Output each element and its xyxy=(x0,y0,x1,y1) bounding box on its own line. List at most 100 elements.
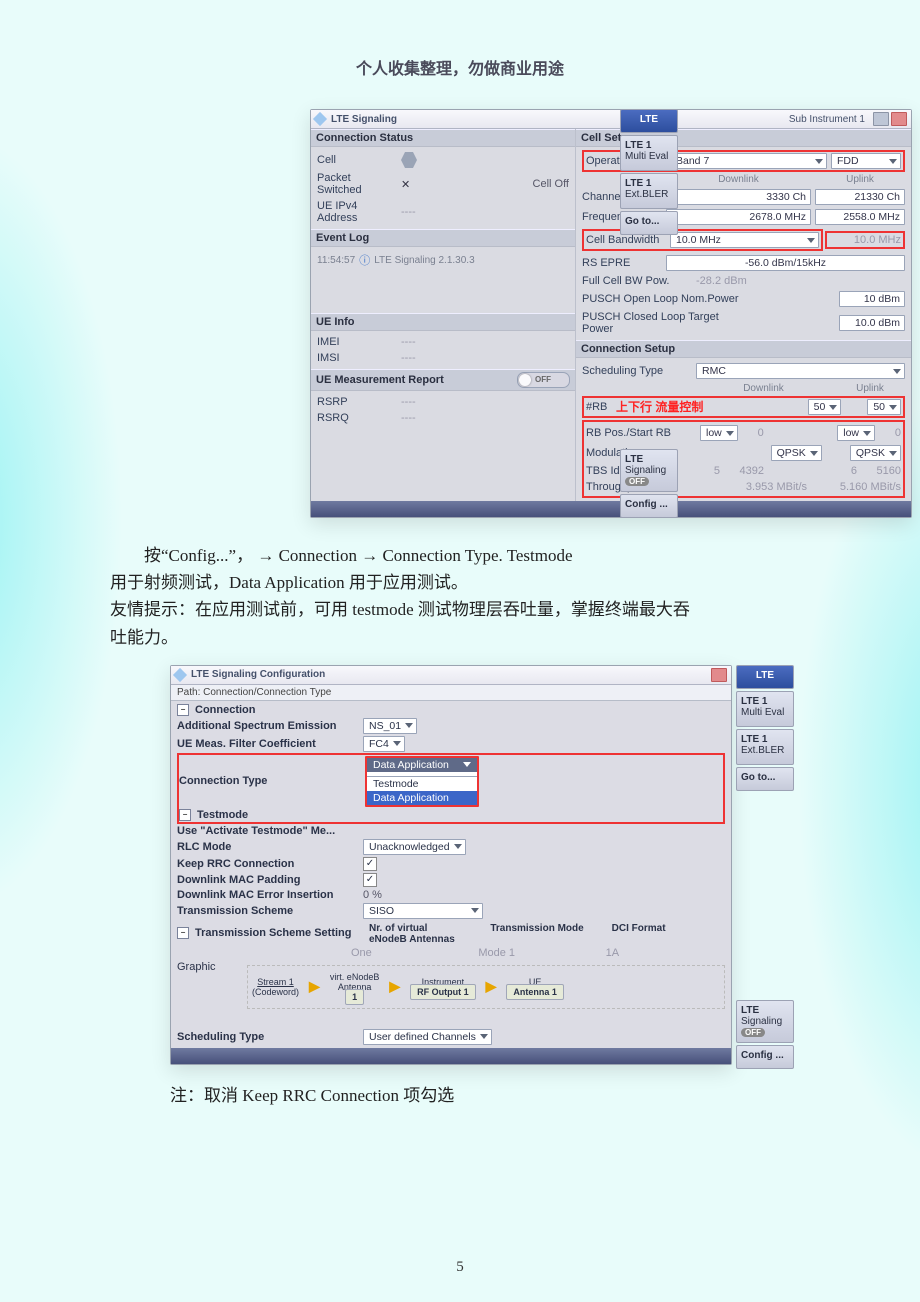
node-connection[interactable]: Connection xyxy=(195,704,375,716)
close-button[interactable] xyxy=(891,112,907,126)
node-tscheme[interactable]: Transmission Scheme xyxy=(177,905,357,917)
chevron-down-icon xyxy=(480,1034,488,1039)
dlpad-checkbox[interactable]: ✓ xyxy=(363,873,377,887)
conntype-dropdown[interactable]: Data Application Testmode Data Applicati… xyxy=(365,756,479,807)
chevron-down-icon xyxy=(815,159,823,164)
rsrq-label: RSRQ xyxy=(317,412,397,424)
tscheme-dropdown[interactable]: SISO xyxy=(363,903,483,919)
cell-label: Cell xyxy=(317,154,397,166)
freq-dl[interactable]: 2678.0 MHz xyxy=(666,209,811,225)
ase-dropdown[interactable]: NS_01 xyxy=(363,718,417,734)
node-dlerr[interactable]: Downlink MAC Error Insertion xyxy=(177,889,357,901)
rb-ul-dropdown[interactable]: 50 xyxy=(867,399,901,415)
freq-ul[interactable]: 2558.0 MHz xyxy=(815,209,905,225)
node-uefc[interactable]: UE Meas. Filter Coefficient xyxy=(177,738,357,750)
sidetab-signaling[interactable]: LTESignalingOFF xyxy=(620,449,678,492)
mod-dl-dropdown[interactable]: QPSK xyxy=(771,445,822,461)
rbpos-ul-n: 0 xyxy=(879,427,901,439)
collapse-icon[interactable]: − xyxy=(177,704,189,716)
cell-bw-dl-dropdown[interactable]: 10.0 MHz xyxy=(670,232,819,248)
path-line: Path: Connection/Connection Type xyxy=(171,685,731,701)
collapse-icon[interactable]: − xyxy=(177,927,189,939)
sidetab-config[interactable]: Config ... xyxy=(620,494,678,518)
mod-ul-dropdown[interactable]: QPSK xyxy=(850,445,901,461)
downlink-col: Downlink xyxy=(666,174,811,185)
sidetab-multi-eval[interactable]: LTE 1Multi Eval xyxy=(736,691,794,727)
chevron-down-icon xyxy=(889,405,897,410)
node-keeprrc[interactable]: Keep RRC Connection xyxy=(177,858,357,870)
imsi-value: ---- xyxy=(401,352,416,364)
antenna-icon xyxy=(401,152,417,168)
node-testmode[interactable]: Testmode xyxy=(197,809,365,821)
full-cell-bw-value: -28.2 dBm xyxy=(696,275,747,287)
collapse-icon[interactable]: − xyxy=(179,809,191,821)
uefc-dropdown[interactable]: FC4 xyxy=(363,736,405,752)
keeprrc-checkbox[interactable]: ✓ xyxy=(363,857,377,871)
channel-dl[interactable]: 3330 Ch xyxy=(666,189,811,205)
rsepre-value[interactable]: -56.0 dBm/15kHz xyxy=(666,255,905,271)
thr-dl: 3.953 MBit/s xyxy=(700,481,807,493)
channel-ul[interactable]: 21330 Ch xyxy=(815,189,905,205)
col-dci: DCI Format xyxy=(612,923,725,945)
rbpos-dl-dropdown[interactable]: low xyxy=(700,425,738,441)
rb-dl-dropdown[interactable]: 50 xyxy=(808,399,842,415)
lte-config-window: LTE Signaling Configuration Path: Connec… xyxy=(170,665,732,1065)
off-badge: OFF xyxy=(625,477,649,486)
val-antennas: One xyxy=(351,947,470,959)
rbpos-ul-dropdown[interactable]: low xyxy=(837,425,875,441)
node-tsset[interactable]: Transmission Scheme Setting xyxy=(195,927,363,939)
node-sched[interactable]: Scheduling Type xyxy=(177,1031,357,1043)
chip-one: 1 xyxy=(345,989,364,1005)
duplex-dropdown[interactable]: FDD xyxy=(831,153,901,169)
imei-label: IMEI xyxy=(317,336,397,348)
sidetab-signaling[interactable]: LTESignalingOFF xyxy=(736,1000,794,1043)
ue-meas-toggle[interactable]: OFF xyxy=(517,372,570,388)
sidetab-multi-eval[interactable]: LTE 1Multi Eval xyxy=(620,135,678,171)
node-ase[interactable]: Additional Spectrum Emission xyxy=(177,720,357,732)
left-panel: Connection Status Cell Packet Switched ✕… xyxy=(311,129,575,501)
sub-instrument-label: Sub Instrument 1 xyxy=(789,114,865,125)
close-button[interactable] xyxy=(711,668,727,682)
sidetab-ext-bler[interactable]: LTE 1Ext.BLER xyxy=(620,173,678,209)
rsrq-value: ---- xyxy=(401,412,416,424)
pusch-open-value[interactable]: 10 dBm xyxy=(839,291,905,307)
page-header: 个人收集整理，勿做商业用途 xyxy=(0,0,920,79)
arrow-icon: ▶ xyxy=(309,978,320,995)
uplink-col: Uplink xyxy=(835,383,905,394)
arrow-icon: ▶ xyxy=(486,978,497,995)
node-useact[interactable]: Use "Activate Testmode" Me... xyxy=(177,825,357,837)
off-badge: OFF xyxy=(741,1028,765,1037)
tbs-b: 4392 xyxy=(724,465,764,477)
sidetab-ext-bler[interactable]: LTE 1Ext.BLER xyxy=(736,729,794,765)
sidetab-goto[interactable]: Go to... xyxy=(620,211,678,235)
sched-dropdown[interactable]: User defined Channels xyxy=(363,1029,492,1045)
op-band-dropdown[interactable]: Band 7 xyxy=(670,153,827,169)
lte-signaling-window: LTE Signaling Sub Instrument 1 Connectio… xyxy=(310,109,912,518)
sidetab-lte[interactable]: LTE xyxy=(736,665,794,689)
node-conntype[interactable]: Connection Type xyxy=(179,775,359,787)
chip-ant: Antenna 1 xyxy=(506,984,564,1000)
cell-bw-ul: 10.0 MHz xyxy=(829,234,901,246)
imei-value: ---- xyxy=(401,336,416,348)
minimize-button[interactable] xyxy=(873,112,889,126)
pusch-closed-value[interactable]: 10.0 dBm xyxy=(839,315,905,331)
connection-status-header: Connection Status xyxy=(311,129,575,147)
sidetab-lte[interactable]: LTE xyxy=(620,109,678,133)
chevron-down-icon xyxy=(726,431,734,436)
node-rlc[interactable]: RLC Mode xyxy=(177,841,357,853)
uplink-col: Uplink xyxy=(815,174,905,185)
conntype-opt-testmode[interactable]: Testmode xyxy=(367,777,477,791)
config-tree: −Connection Additional Spectrum Emission… xyxy=(171,701,731,1048)
node-dlpad[interactable]: Downlink MAC Padding xyxy=(177,874,357,886)
sched-type-dropdown[interactable]: RMC xyxy=(696,363,905,379)
sidetab-goto[interactable]: Go to... xyxy=(736,767,794,791)
title-bar: LTE Signaling Configuration xyxy=(171,666,731,685)
event-time: 11:54:57 xyxy=(317,255,355,266)
sidetab-config[interactable]: Config ... xyxy=(736,1045,794,1069)
rlc-dropdown[interactable]: Unacknowledged xyxy=(363,839,466,855)
ue-meas-header: UE Measurement Report OFF xyxy=(311,369,575,391)
chip-rf: RF Output 1 xyxy=(410,984,476,1000)
chevron-down-icon xyxy=(889,451,897,456)
downlink-col: Downlink xyxy=(696,383,831,394)
conntype-opt-dataapp[interactable]: Data Application xyxy=(367,791,477,805)
